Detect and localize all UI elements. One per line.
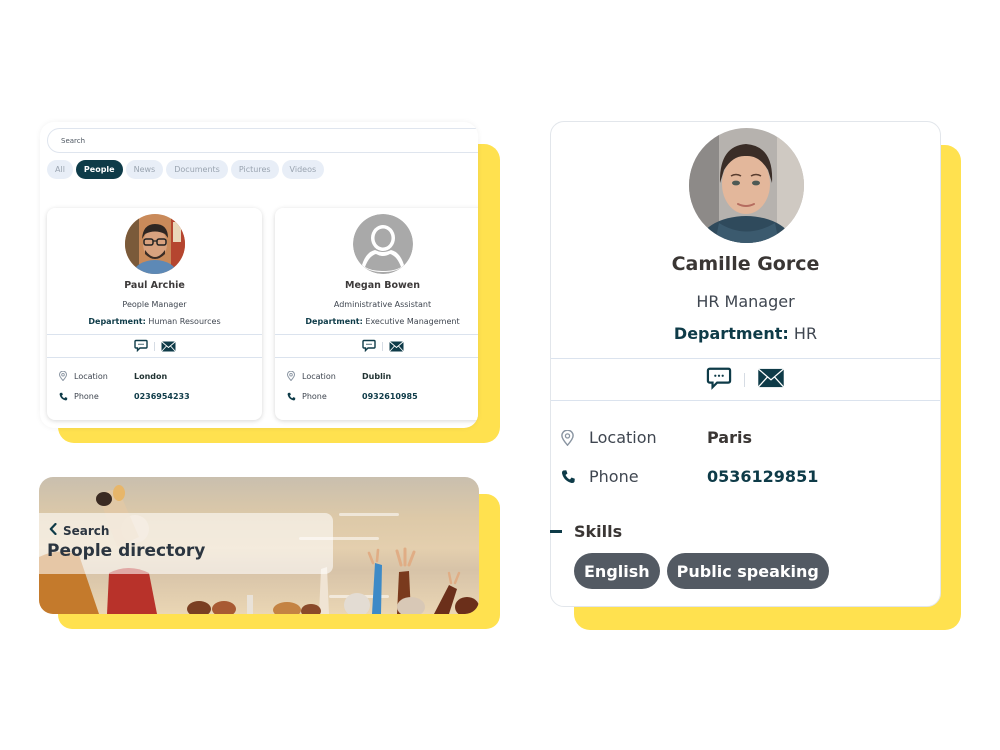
phone-icon — [59, 392, 74, 401]
back-label: Search — [63, 523, 110, 538]
map-pin-icon — [59, 371, 74, 381]
divider — [744, 372, 745, 387]
chat-bubble-icon[interactable] — [361, 337, 376, 356]
person-details: Location Dublin Phone 0932610985 — [287, 366, 418, 406]
map-pin-icon — [287, 371, 302, 381]
filter-tabs: All People News Documents Pictures Video… — [47, 160, 325, 179]
divider — [381, 341, 383, 351]
person-details: Location London Phone 0236954233 — [59, 366, 190, 406]
collapse-icon — [550, 530, 562, 533]
person-name[interactable]: Paul Archie — [47, 280, 262, 291]
people-search-panel: Search All People News Documents Picture… — [40, 122, 478, 428]
location-label: Location — [589, 428, 657, 447]
phone-icon — [561, 469, 589, 484]
phone-label: Phone — [589, 467, 639, 486]
location-value: Paris — [707, 428, 752, 447]
department-label: Department: — [305, 317, 363, 326]
person-details: Location Paris Phone 0536129851 — [561, 418, 818, 496]
person-name: Camille Gorce — [671, 253, 820, 275]
person-card[interactable]: Megan Bowen Administrative Assistant Dep… — [275, 208, 478, 420]
back-to-search-link[interactable]: Search — [49, 522, 110, 538]
chat-bubble-icon[interactable] — [706, 366, 732, 394]
chevron-left-icon — [49, 522, 57, 538]
location-row: Location London — [59, 366, 190, 386]
phone-label: Phone — [74, 391, 99, 401]
contact-actions — [275, 334, 478, 358]
skills-section-toggle[interactable]: Skills — [550, 522, 622, 541]
envelope-icon[interactable] — [388, 337, 404, 356]
location-row: Location Paris — [561, 418, 818, 457]
phone-row: Phone 0932610985 — [287, 386, 418, 406]
filter-tab-documents[interactable]: Documents — [166, 160, 228, 179]
phone-label: Phone — [302, 391, 327, 401]
location-label: Location — [74, 371, 108, 381]
phone-row: Phone 0536129851 — [561, 457, 818, 496]
avatar — [124, 214, 185, 274]
skill-tag[interactable]: Public speaking — [666, 553, 829, 589]
phone-value[interactable]: 0236954233 — [134, 392, 190, 401]
person-department: Department: Executive Management — [275, 317, 478, 326]
filter-tab-pictures[interactable]: Pictures — [230, 160, 279, 179]
divider — [153, 341, 155, 351]
person-title: HR Manager — [696, 292, 795, 311]
department-value: HR — [793, 324, 818, 343]
phone-value[interactable]: 0536129851 — [707, 467, 818, 486]
contact-actions — [47, 334, 262, 358]
person-name[interactable]: Megan Bowen — [275, 280, 478, 291]
phone-icon — [287, 392, 302, 401]
filter-tab-news[interactable]: News — [125, 160, 164, 179]
person-card[interactable]: Paul Archie People Manager Department: H… — [47, 208, 262, 420]
filter-tab-people[interactable]: People — [75, 160, 123, 179]
person-title: Administrative Assistant — [333, 300, 432, 309]
department-value: Human Resources — [148, 317, 221, 326]
location-row: Location Dublin — [287, 366, 418, 386]
search-input[interactable]: Search — [47, 128, 478, 153]
contact-actions — [551, 358, 940, 401]
profile-card: Camille Gorce HR Manager Department: HR … — [550, 121, 941, 607]
skills-list: English Public speaking — [574, 553, 829, 589]
phone-row: Phone 0236954233 — [59, 386, 190, 406]
filter-tab-all[interactable]: All — [47, 160, 73, 179]
envelope-icon[interactable] — [757, 367, 785, 392]
skills-heading: Skills — [574, 522, 623, 541]
avatar — [689, 128, 804, 243]
person-department: Department: Human Resources — [47, 317, 262, 326]
department-label: Department: — [88, 317, 146, 326]
chat-bubble-icon[interactable] — [133, 337, 148, 356]
person-title: People Manager — [122, 300, 187, 309]
phone-value[interactable]: 0932610985 — [362, 392, 418, 401]
envelope-icon[interactable] — [160, 337, 176, 356]
page-header-banner: Search People directory — [39, 477, 479, 614]
department-label: Department: — [673, 324, 789, 343]
filter-tab-videos[interactable]: Videos — [281, 160, 325, 179]
location-value: Dublin — [362, 371, 392, 381]
department-value: Executive Management — [365, 317, 460, 326]
page-title: People directory — [47, 541, 206, 561]
location-value: London — [134, 371, 168, 381]
user-silhouette-icon — [352, 214, 413, 274]
skill-tag[interactable]: English — [574, 553, 660, 589]
map-pin-icon — [561, 429, 589, 446]
location-label: Location — [302, 371, 336, 381]
search-placeholder: Search — [61, 136, 86, 145]
person-department: Department: HR — [551, 324, 940, 343]
